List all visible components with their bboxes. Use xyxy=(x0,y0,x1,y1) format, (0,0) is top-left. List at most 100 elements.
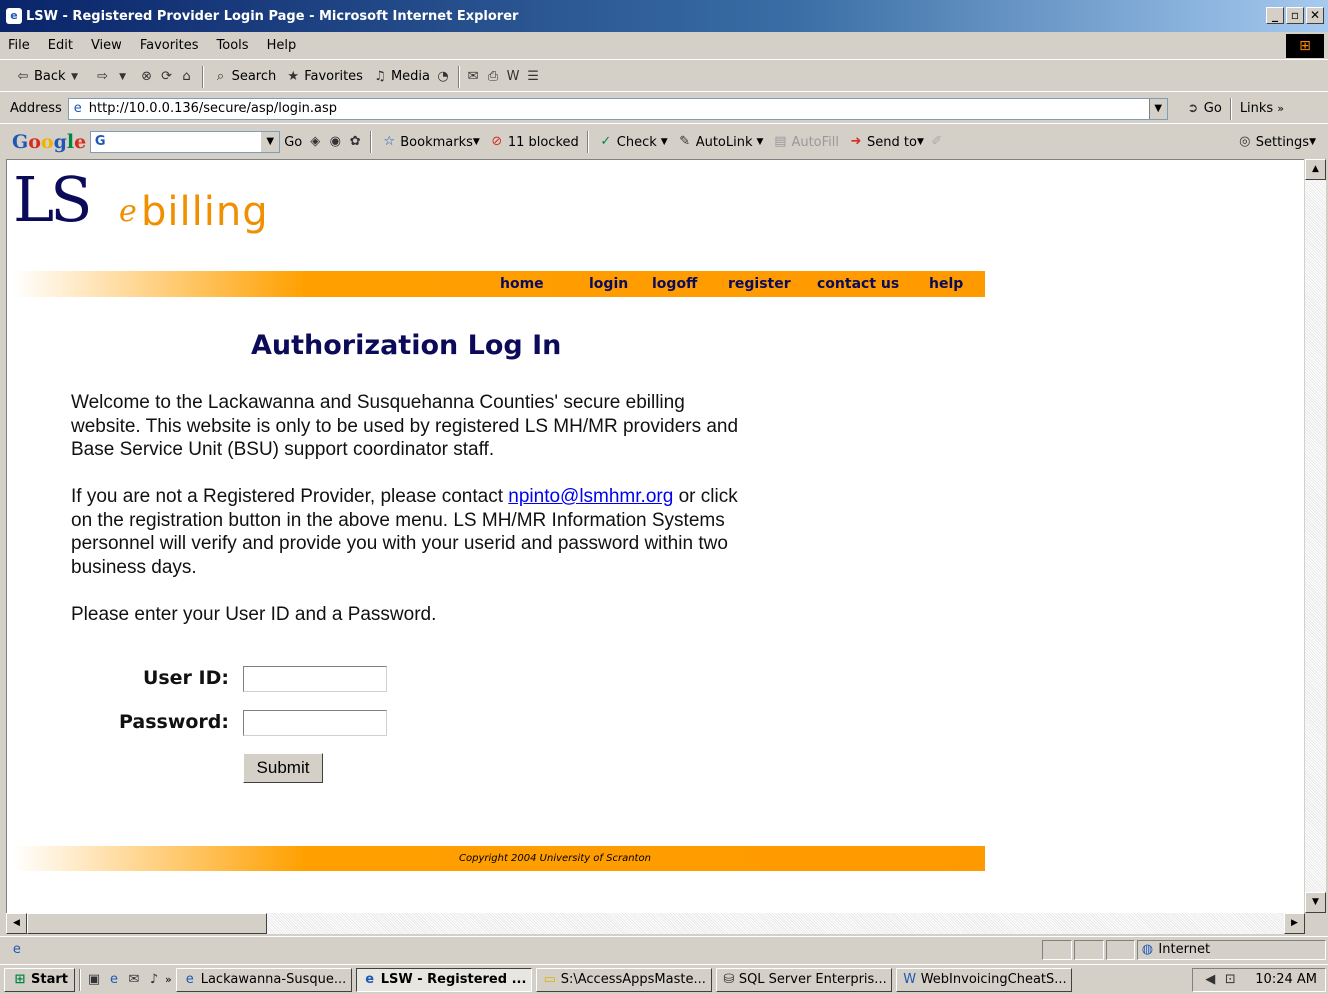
start-button[interactable]: ⊞ Start xyxy=(4,967,75,992)
contact-email-link[interactable]: npinto@lsmhmr.org xyxy=(508,486,673,507)
menu-help[interactable]: Help xyxy=(267,38,297,53)
task-sql-server[interactable]: ⛁ SQL Server Enterpris... xyxy=(715,967,892,992)
autofill-button[interactable]: ▤ AutoFill xyxy=(771,133,839,151)
windows-flag-icon: ⊞ xyxy=(14,971,26,987)
autolink-label: AutoLink xyxy=(695,134,753,150)
ie-icon: e xyxy=(365,971,375,987)
chevron-down-icon[interactable]: ▼ xyxy=(1148,98,1167,119)
puzzle-icon[interactable]: ✿ xyxy=(346,133,364,151)
clock[interactable]: 10:24 AM xyxy=(1255,972,1317,987)
chevron-down-icon[interactable]: ▼ xyxy=(114,68,132,86)
copyright-text: Copyright 2004 University of Scranton xyxy=(459,853,651,864)
news-icon[interactable]: ◉ xyxy=(326,133,344,151)
menu-view[interactable]: View xyxy=(91,38,122,53)
popup-blocker-button[interactable]: ⊘ 11 blocked xyxy=(488,133,578,151)
scroll-left-icon[interactable]: ◀ xyxy=(6,913,27,934)
mail-icon[interactable]: ✉ xyxy=(464,68,482,86)
outlook-quicklaunch-icon[interactable]: ✉ xyxy=(125,971,143,989)
menu-tools[interactable]: Tools xyxy=(217,38,249,53)
restore-button[interactable]: ▫ xyxy=(1286,7,1304,24)
address-input[interactable]: e http://10.0.0.136/secure/asp/login.asp… xyxy=(67,97,1168,120)
discuss-icon[interactable]: ☰ xyxy=(524,68,542,86)
chevron-down-icon[interactable]: ▼ xyxy=(261,132,280,152)
home-icon[interactable]: ⌂ xyxy=(178,68,196,86)
task-label: Lackawanna-Susque... xyxy=(200,972,347,987)
task-webinvoicing[interactable]: W WebInvoicingCheatS... xyxy=(895,967,1072,992)
horizontal-scrollbar[interactable]: ◀ ▶ xyxy=(6,913,1305,934)
nav-contact-us[interactable]: contact us xyxy=(817,271,899,297)
google-g-icon: G xyxy=(94,134,106,149)
separator xyxy=(201,65,204,88)
scroll-down-icon[interactable]: ▼ xyxy=(1305,892,1326,913)
go-button[interactable]: ➲ Go xyxy=(1184,100,1221,118)
history-icon[interactable]: ◔ xyxy=(434,68,452,86)
separator xyxy=(458,65,461,88)
vertical-scrollbar[interactable]: ▲ ▼ xyxy=(1305,159,1326,913)
close-button[interactable]: ✕ xyxy=(1306,7,1324,24)
ie-quicklaunch-icon[interactable]: e xyxy=(105,971,123,989)
password-label: Password: xyxy=(118,711,229,733)
network-icon[interactable]: ⊡ xyxy=(1221,971,1239,989)
search-button[interactable]: ⌕ Search xyxy=(212,68,276,86)
google-go-button[interactable]: Go xyxy=(284,135,302,150)
scroll-up-icon[interactable]: ▲ xyxy=(1305,159,1326,180)
links-button[interactable]: Links » xyxy=(1240,101,1284,116)
scroll-right-icon[interactable]: ▶ xyxy=(1284,913,1305,934)
media-button[interactable]: ♫ Media xyxy=(371,68,430,86)
nav-logoff[interactable]: logoff xyxy=(652,271,697,297)
highlight-icon[interactable]: ✐ xyxy=(928,133,946,151)
menu-file[interactable]: File xyxy=(8,38,30,53)
password-input[interactable] xyxy=(243,710,387,736)
standard-toolbar: ⇦ Back ▼ ⇨ ▼ ⊗ ⟳ ⌂ ⌕ Search ★ Favorites … xyxy=(0,62,1328,92)
nav-home[interactable]: home xyxy=(500,271,544,297)
print-icon[interactable]: ⎙ xyxy=(484,68,502,86)
chevron-down-icon: ▼ xyxy=(660,137,668,147)
task-lsw-registered[interactable]: e LSW - Registered ... xyxy=(355,967,532,992)
autolink-button[interactable]: ✎ AutoLink ▼ xyxy=(676,133,763,151)
media-icon: ♫ xyxy=(374,68,386,84)
back-button[interactable]: ⇦ Back ▼ xyxy=(14,68,86,86)
browser-viewport: LS e billing home login logoff register … xyxy=(6,159,1304,913)
menu-edit[interactable]: Edit xyxy=(48,38,73,53)
refresh-icon[interactable]: ⟳ xyxy=(158,68,176,86)
check-label: Check xyxy=(616,134,657,150)
google-logo[interactable]: Google xyxy=(12,131,86,153)
nav-register[interactable]: register xyxy=(728,271,791,297)
show-desktop-icon[interactable]: ▣ xyxy=(85,971,103,989)
spell-check-button[interactable]: ✓ Check ▼ xyxy=(597,133,668,151)
forward-button[interactable]: ⇨ ▼ xyxy=(94,68,134,86)
sendto-button[interactable]: ➜ Send to ▼ xyxy=(847,133,924,151)
window-titlebar[interactable]: e LSW - Registered Provider Login Page -… xyxy=(0,0,1328,32)
volume-icon[interactable]: ◀ xyxy=(1201,971,1219,989)
google-go-label: Go xyxy=(284,134,303,150)
media-quicklaunch-icon[interactable]: ♪ xyxy=(145,971,163,989)
registration-paragraph: If you are not a Registered Provider, pl… xyxy=(71,485,751,579)
chevron-right-icon[interactable]: » xyxy=(165,973,172,986)
pagerank-icon[interactable]: ◈ xyxy=(306,133,324,151)
page-icon: e xyxy=(73,100,82,116)
userid-input[interactable] xyxy=(243,666,387,692)
site-footer: Copyright 2004 University of Scranton xyxy=(13,846,985,871)
horizontal-scroll-thumb[interactable] xyxy=(27,913,267,934)
windows-logo-icon: ⊞ xyxy=(1286,34,1324,58)
settings-button[interactable]: ◎ Settings ▼ xyxy=(1236,133,1316,151)
page-title: Authorization Log In xyxy=(251,330,562,361)
chevron-down-icon[interactable]: ▼ xyxy=(66,68,84,86)
task-accessapps[interactable]: ▭ S:\AccessAppsMaste... xyxy=(535,967,712,992)
folder-icon: ▭ xyxy=(543,971,556,987)
status-panel xyxy=(1042,939,1072,960)
minimize-button[interactable]: _ xyxy=(1266,7,1284,24)
favorites-button[interactable]: ★ Favorites xyxy=(284,68,363,86)
menu-favorites[interactable]: Favorites xyxy=(140,38,199,53)
nav-login[interactable]: login xyxy=(589,271,628,297)
task-lackawanna[interactable]: e Lackawanna-Susque... xyxy=(175,967,352,992)
submit-button[interactable]: Submit xyxy=(243,753,323,783)
nav-help[interactable]: help xyxy=(929,271,963,297)
stop-icon[interactable]: ⊗ xyxy=(138,68,156,86)
autofill-label: AutoFill xyxy=(791,134,839,150)
edit-word-icon[interactable]: W xyxy=(504,68,522,86)
bookmarks-button[interactable]: ☆ Bookmarks ▼ xyxy=(380,133,479,151)
status-bar: e ◍ Internet xyxy=(0,936,1328,962)
google-search-input[interactable]: G ▼ xyxy=(90,131,281,153)
favorites-label: Favorites xyxy=(304,69,363,84)
